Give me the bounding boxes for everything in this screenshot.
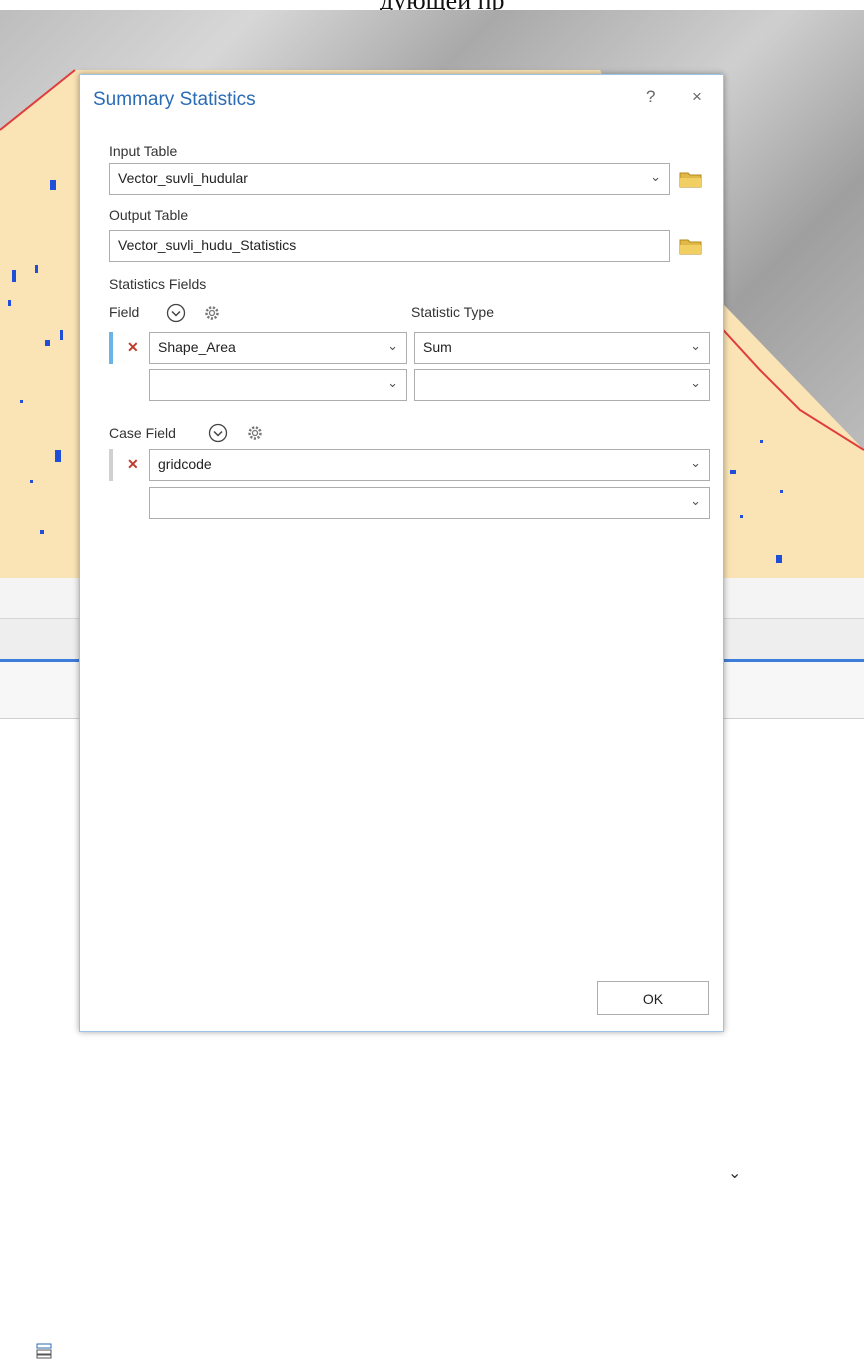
remove-icon[interactable]: ✕ bbox=[127, 339, 139, 356]
input-table-label: Input Table bbox=[109, 143, 178, 159]
statistic-type-value: Sum bbox=[423, 339, 452, 355]
output-table-value: Vector_suvli_hudu_Statistics bbox=[118, 237, 297, 253]
chevron-down-icon[interactable]: ⌄ bbox=[690, 338, 701, 354]
dialog-title: Summary Statistics bbox=[93, 89, 256, 110]
statistic-type-select-empty[interactable]: ⌄ bbox=[414, 369, 710, 401]
gear-icon[interactable] bbox=[202, 303, 222, 323]
case-field-value: gridcode bbox=[158, 456, 212, 472]
chevron-down-icon[interactable]: ⌄ bbox=[650, 169, 661, 185]
table-switch-icon bbox=[36, 1343, 52, 1359]
statistic-type-header: Statistic Type bbox=[411, 304, 495, 320]
summary-statistics-dialog: Summary Statistics ? × Input Table Vecto… bbox=[79, 74, 724, 1032]
output-table-field[interactable]: Vector_suvli_hudu_Statistics bbox=[109, 230, 670, 262]
remove-icon[interactable]: ✕ bbox=[127, 456, 139, 473]
row-marker bbox=[109, 449, 113, 481]
chevron-down-icon[interactable]: ⌄ bbox=[387, 375, 398, 391]
close-icon[interactable]: × bbox=[692, 87, 702, 107]
expand-circle-icon[interactable] bbox=[208, 423, 228, 443]
toolbar-tool[interactable] bbox=[0, 1342, 54, 1359]
expand-circle-icon[interactable] bbox=[166, 303, 186, 323]
input-table-value: Vector_suvli_hudular bbox=[118, 170, 248, 186]
folder-icon[interactable] bbox=[679, 170, 703, 188]
statistics-fields-label: Statistics Fields bbox=[109, 276, 207, 292]
gear-icon[interactable] bbox=[245, 423, 265, 443]
help-icon[interactable]: ? bbox=[646, 87, 655, 107]
field-header: Field bbox=[109, 304, 140, 320]
folder-icon[interactable] bbox=[679, 237, 703, 255]
chevron-down-icon[interactable]: ⌄ bbox=[690, 493, 701, 509]
chevron-down-icon[interactable]: ⌄ bbox=[728, 1163, 741, 1183]
case-field-label: Case Field bbox=[109, 425, 176, 441]
output-table-label: Output Table bbox=[109, 207, 189, 223]
chevron-down-icon[interactable]: ⌄ bbox=[387, 338, 398, 354]
document-strip: дующей пр bbox=[0, 0, 864, 15]
input-table-field[interactable]: Vector_suvli_hudular ⌄ bbox=[109, 163, 670, 195]
statistics-field-value: Shape_Area bbox=[158, 339, 236, 355]
chevron-down-icon[interactable]: ⌄ bbox=[690, 375, 701, 391]
row-marker bbox=[109, 332, 113, 364]
case-field-select[interactable]: gridcode ⌄ bbox=[149, 449, 710, 481]
case-field-select-empty[interactable]: ⌄ bbox=[149, 487, 710, 519]
statistics-field-select-empty[interactable]: ⌄ bbox=[149, 369, 407, 401]
statistic-type-select[interactable]: Sum ⌄ bbox=[414, 332, 710, 364]
chevron-down-icon[interactable]: ⌄ bbox=[690, 455, 701, 471]
statistics-field-select[interactable]: Shape_Area ⌄ bbox=[149, 332, 407, 364]
ok-button[interactable]: OK bbox=[597, 981, 709, 1015]
